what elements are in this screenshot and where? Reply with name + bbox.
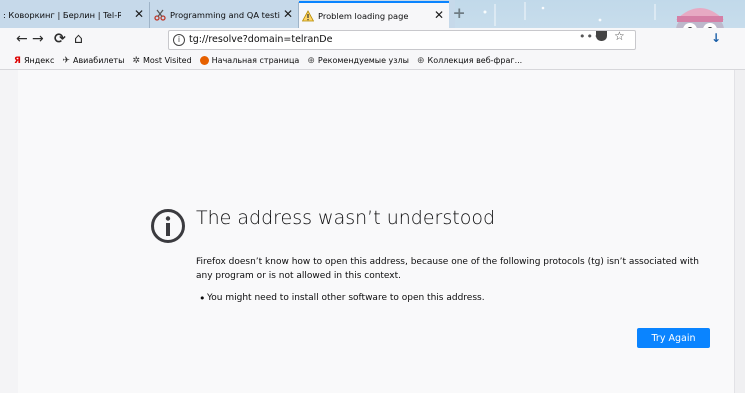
firefox-icon (199, 56, 209, 65)
bookmark-start-page[interactable]: Начальная страница (199, 56, 300, 65)
warning-icon (302, 9, 314, 21)
globe-icon: ⊕ (416, 55, 425, 66)
globe-icon: ⊕ (307, 55, 315, 66)
reload-button[interactable]: ⟳ (54, 31, 66, 47)
download-icon[interactable]: ↓ (711, 31, 721, 45)
gear-icon: ✲ (132, 55, 140, 66)
yandex-icon: Я (14, 55, 21, 66)
close-icon[interactable]: ✕ (134, 8, 144, 20)
bookmark-web-fragments[interactable]: ⊕ Коллекция веб-фраг... (417, 56, 522, 66)
tab-label: Problem loading page (318, 10, 409, 21)
bookmark-label: Коллекция веб-фраг... (427, 56, 523, 65)
plane-icon: ✈ (62, 55, 70, 66)
bookmark-most-visited[interactable]: ✲ Most Visited (132, 56, 191, 66)
scissors-icon (154, 9, 166, 21)
navigation-toolbar: ← → ⟳ ⌂ i tg://resolve?domain=telranDe •… (0, 28, 745, 52)
info-circle-icon (151, 209, 185, 243)
try-again-button[interactable]: Try Again (637, 328, 710, 348)
tab-label: : Коворкинг | Берлин | Tel-Ran (3, 10, 121, 20)
page-content (18, 70, 734, 393)
error-suggestion: You might need to install other software… (199, 292, 485, 305)
new-tab-button[interactable]: + (453, 5, 466, 21)
bookmark-star-icon[interactable]: ☆ (614, 29, 625, 43)
forward-button[interactable]: → (32, 31, 44, 47)
close-icon[interactable]: ✕ (283, 8, 293, 20)
info-icon[interactable]: i (173, 34, 185, 46)
window-edge (734, 70, 745, 393)
tab-programming-qa[interactable]: Programming and QA testing c ✕ (151, 2, 299, 28)
url-bar[interactable]: i tg://resolve?domain=telranDe (168, 30, 636, 50)
bookmark-label: Начальная страница (211, 56, 300, 65)
error-title: The address wasn’t understood (196, 207, 496, 229)
tab-problem-loading[interactable]: Problem loading page ✕ (299, 1, 449, 28)
bookmark-yandex[interactable]: Я Яндекс (14, 56, 54, 66)
bookmark-label: Most Visited (142, 56, 192, 65)
tab-label: Programming and QA testing c (170, 10, 280, 20)
tab-coworking[interactable]: : Коворкинг | Берлин | Tel-Ran ✕ (0, 2, 150, 28)
bookmark-recommended[interactable]: ⊕ Рекомендуемые узлы (307, 56, 409, 66)
bookmark-aviabilety[interactable]: ✈ Авиабилеты (62, 56, 124, 66)
bookmark-label: Авиабилеты (72, 56, 125, 65)
close-icon[interactable]: ✕ (434, 9, 444, 21)
error-description: Firefox doesn’t know how to open this ad… (196, 257, 699, 281)
bookmark-label: Рекомендуемые узлы (317, 56, 409, 65)
home-button[interactable]: ⌂ (74, 31, 83, 47)
pocket-icon[interactable] (596, 31, 607, 41)
bookmark-label: Яндекс (23, 56, 55, 65)
tab-strip: : Коворкинг | Берлин | Tel-Ran ✕ Program… (0, 0, 745, 28)
bookmarks-toolbar: Я Яндекс ✈ Авиабилеты ✲ Most Visited Нач… (0, 52, 745, 70)
url-text[interactable]: tg://resolve?domain=telranDe (189, 34, 332, 45)
back-button[interactable]: ← (16, 31, 28, 47)
